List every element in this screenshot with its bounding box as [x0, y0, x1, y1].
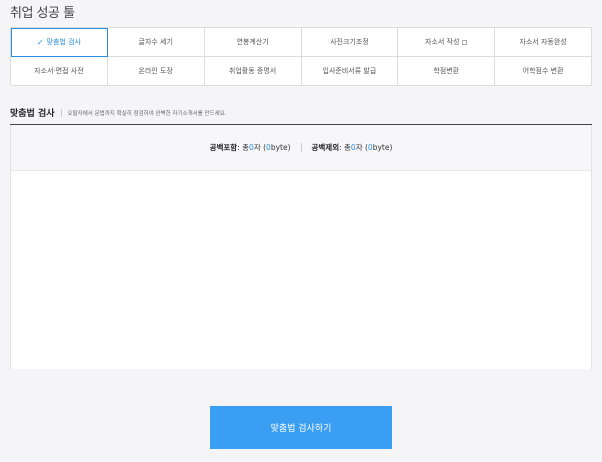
section-description: 오탈자에서 문법까지 확실히 점검하여 완벽한 자기소개서를 만드세요.: [67, 110, 227, 117]
tab-label: 어학점수 변환: [522, 67, 564, 75]
page-title: 취업 성공 툴: [10, 6, 75, 21]
tab-photo-resize[interactable]: 사진크기조정: [301, 28, 399, 57]
character-counter: 공백포함 : 총 0 자 ( 0 byte) 공백제외 : 총 0 자 ( 0 …: [11, 125, 591, 171]
divider: [300, 143, 302, 152]
tab-resume-autocomplete[interactable]: 자소서 자동완성: [495, 28, 592, 57]
counter-text: : 총: [237, 143, 250, 152]
small-square-icon: [462, 39, 468, 45]
tab-label: 글자수 세기: [138, 38, 173, 46]
tab-label: 입사준비서류 발급: [322, 67, 377, 75]
counter-label: 공백제외: [311, 143, 340, 152]
spell-check-editor: 공백포함 : 총 0 자 ( 0 byte) 공백제외 : 총 0 자 ( 0 …: [10, 125, 592, 369]
check-icon: ✓: [36, 37, 44, 47]
spell-check-submit-button[interactable]: 맞춤법 검사하기: [210, 406, 392, 449]
tab-job-activity-certificate[interactable]: 취업활동 증명서: [204, 57, 302, 86]
tab-salary-calculator[interactable]: 연봉계산기: [204, 28, 302, 57]
tab-label: 자소서·면접 사전: [34, 67, 84, 75]
tab-label: 연봉계산기: [236, 38, 269, 46]
counter-text: byte): [270, 143, 291, 152]
tab-label: 맞춤법 검사: [46, 38, 81, 46]
tab-label: 학점변환: [433, 67, 460, 75]
text-input-area[interactable]: [11, 171, 591, 369]
tab-label: 자소서 작성: [425, 38, 460, 46]
tab-spell-check[interactable]: ✓ 맞춤법 검사: [11, 28, 108, 57]
tab-label: 취업활동 증명서: [228, 67, 277, 75]
divider: [60, 108, 62, 117]
counter-text: 자 (: [355, 143, 368, 152]
tab-label: 온라인 도장: [138, 67, 173, 75]
tab-employment-documents[interactable]: 입사준비서류 발급: [301, 57, 399, 86]
tab-online-stamp[interactable]: 온라인 도장: [107, 57, 205, 86]
tab-label: 사진크기조정: [330, 38, 369, 46]
count-without-spaces: 공백제외 : 총 0 자 ( 0 byte): [312, 142, 393, 153]
counter-text: : 총: [339, 143, 351, 152]
counter-label: 공백포함: [209, 143, 238, 152]
tool-tab-grid: ✓ 맞춤법 검사 글자수 세기 연봉계산기 사진크기조정 자소서 작성 자소서 …: [10, 27, 592, 86]
tab-gpa-conversion[interactable]: 학점변환: [398, 57, 496, 86]
counter-text: byte): [372, 143, 393, 152]
tab-label: 자소서 자동완성: [519, 38, 567, 46]
tab-interview-dictionary[interactable]: 자소서·면접 사전: [11, 57, 108, 86]
tab-language-score-conversion[interactable]: 어학점수 변환: [495, 57, 592, 86]
section-header: 맞춤법 검사 오탈자에서 문법까지 확실히 점검하여 완벽한 자기소개서를 만드…: [10, 106, 227, 119]
count-with-spaces: 공백포함 : 총 0 자 ( 0 byte): [210, 142, 291, 153]
section-title: 맞춤법 검사: [10, 109, 55, 119]
tab-character-count[interactable]: 글자수 세기: [107, 28, 205, 57]
tab-resume-writing[interactable]: 자소서 작성: [398, 28, 496, 57]
counter-text: 자 (: [253, 143, 267, 152]
